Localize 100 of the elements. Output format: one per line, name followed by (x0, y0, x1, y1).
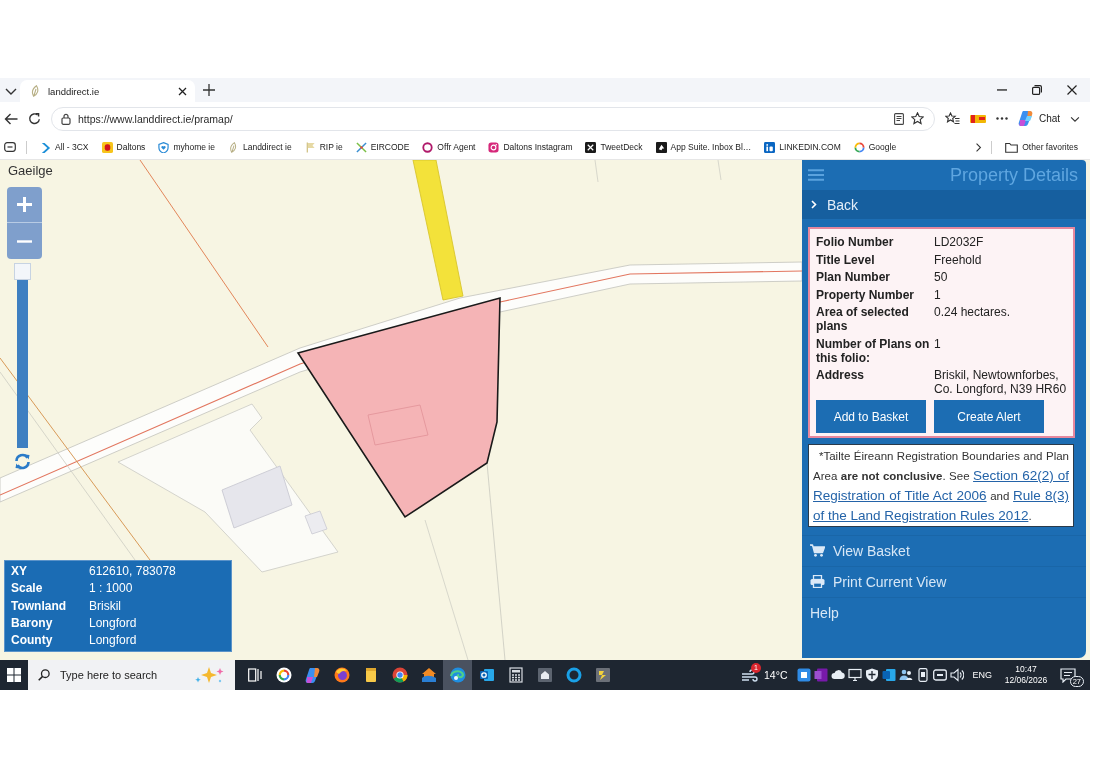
url-field[interactable]: https://www.landdirect.ie/pramap/ (78, 111, 887, 126)
chevron-right-icon[interactable] (975, 141, 983, 153)
task-view-icon (247, 668, 262, 682)
bookmark-link[interactable]: EIRCODE (355, 141, 410, 153)
people-icon[interactable] (899, 668, 914, 682)
back-button[interactable]: Back (802, 190, 1086, 219)
menu-item[interactable]: Print Current View (802, 566, 1086, 596)
info-value: Briskil (89, 598, 121, 614)
menu-item[interactable]: View Basket (802, 535, 1086, 565)
lock-icon (61, 112, 71, 125)
phone-icon[interactable] (916, 668, 931, 682)
add-to-basket-button[interactable]: Add to Basket (816, 400, 926, 433)
swirl-icon (304, 667, 321, 683)
start-icon (7, 668, 21, 682)
clock-time[interactable]: 10:47 (1015, 664, 1037, 675)
detail-label: Plan Number (816, 270, 890, 284)
notebook-tile-icon[interactable] (814, 668, 829, 682)
wave-circle-icon (449, 667, 466, 683)
chevron-right-icon (811, 200, 817, 209)
clock-date[interactable]: 12/06/2026 (1004, 675, 1048, 686)
bookmark-link[interactable]: Daltons (101, 141, 146, 153)
wind-icon[interactable] (742, 668, 758, 682)
multicolor-ring-icon (853, 141, 865, 153)
ring-icon (422, 141, 434, 153)
document-link[interactable]: Rule 8(3) (1013, 488, 1069, 503)
bookmark-link[interactable]: Landdirect ie (227, 141, 292, 153)
create-alert-button[interactable]: Create Alert (934, 400, 1044, 433)
zoom-slider-thumb[interactable] (14, 263, 31, 280)
speaker-icon[interactable] (950, 668, 965, 682)
chevron-icon (40, 141, 51, 153)
x-tile-icon (585, 141, 597, 153)
detail-label: Area of selected plans (816, 305, 910, 333)
mail-tile-icon[interactable] (882, 668, 897, 682)
close-icon[interactable] (178, 86, 187, 96)
document-link[interactable]: Section 62(2) of (973, 468, 1069, 483)
detail-label: Address (816, 368, 865, 384)
temperature-text: 14°C (764, 669, 788, 681)
globe-icon (333, 667, 350, 683)
zoom-in-button[interactable] (7, 187, 42, 223)
extension-icon[interactable] (970, 113, 986, 124)
document-link[interactable]: Registration of Title Act 2006 (813, 488, 987, 503)
reader-icon[interactable] (894, 112, 904, 125)
plus-icon[interactable] (203, 84, 215, 96)
bookmark-link[interactable]: TweetDeck (585, 141, 643, 153)
info-label: County (11, 633, 53, 649)
restore-icon[interactable] (1032, 85, 1042, 95)
info-value: Longford (89, 633, 137, 649)
sidebar-icon[interactable] (4, 142, 16, 152)
detail-value: Briskil, Newtownforbes, Co. Longford, N39 HR60 (934, 368, 1067, 396)
detail-value: 0.24 hectares. (934, 305, 1011, 321)
refresh-icon[interactable] (28, 112, 41, 125)
chevron-down-icon[interactable] (1070, 115, 1081, 122)
menu-item[interactable]: Help (802, 597, 1086, 627)
flag-icon (304, 141, 316, 153)
bookmark-link[interactable]: All - 3CX (40, 141, 89, 153)
language-indicator[interactable]: ENG (972, 670, 992, 680)
close-icon[interactable] (1067, 85, 1077, 95)
detail-label: Folio Number (816, 235, 894, 249)
leaf-icon (31, 85, 40, 97)
house-tile-icon (536, 667, 553, 683)
info-value: 1 : 1000 (89, 581, 133, 597)
square-tile-icon[interactable] (797, 668, 812, 682)
bookmark-link[interactable]: myhome ie (158, 141, 215, 153)
address-bar[interactable]: https://www.landdirect.ie/pramap/ (51, 106, 935, 131)
cart-icon (810, 544, 825, 557)
mail-tile-icon (478, 667, 495, 683)
detail-value: LD2032F (934, 235, 984, 249)
search-field[interactable]: Type here to search (60, 669, 184, 681)
bookmark-link[interactable]: LINKEDIN.COM (764, 141, 841, 153)
display-icon[interactable] (933, 668, 948, 682)
shield-icon[interactable] (865, 668, 880, 682)
browser-tab[interactable]: landdirect.ie (20, 80, 195, 102)
bookmark-folder[interactable]: Other favorites (1005, 141, 1078, 153)
star-icon[interactable] (911, 112, 924, 125)
favorites-icon[interactable] (945, 112, 960, 125)
detail-label: Number of Plans on this folio: (816, 336, 931, 365)
cloud-icon[interactable] (831, 668, 846, 682)
bookmark-link[interactable]: Offr Agent (422, 141, 476, 153)
disclaimer-text: *Tailte Éireann Registration Boundaries and Plan Area are not conclusive. See Section 62(2) of Registration of Title Act 2006 and Rule 8(3) of the Land Registration Rules 2012. (813, 449, 1069, 525)
search-bar[interactable]: Type here to search (28, 660, 235, 690)
bookmark-link[interactable]: App Suite. Inbox Bl… (655, 141, 752, 153)
cross-icon (355, 141, 367, 153)
bookmark-link[interactable]: Daltons Instagram (488, 141, 573, 153)
language-link[interactable]: Gaeilge (8, 163, 53, 178)
back-arrow-icon[interactable] (4, 112, 18, 125)
house-icon (420, 667, 437, 683)
color-wheel-icon (391, 667, 408, 683)
calculator-icon (507, 667, 524, 683)
monitor-icon[interactable] (848, 668, 863, 682)
detail-value: 50 (934, 270, 948, 284)
folder-icon (1005, 141, 1019, 153)
printer-icon (810, 575, 825, 588)
bookmark-link[interactable]: RIP ie (304, 141, 343, 153)
more-icon[interactable] (996, 117, 1008, 120)
bookmark-link[interactable]: Google (853, 141, 897, 153)
info-value: Longford (89, 615, 137, 632)
ring-icon (565, 667, 582, 683)
swirl-icon (1018, 110, 1035, 127)
panel-title: Property Details (949, 164, 1078, 186)
chat-button[interactable]: Chat (1018, 108, 1061, 129)
